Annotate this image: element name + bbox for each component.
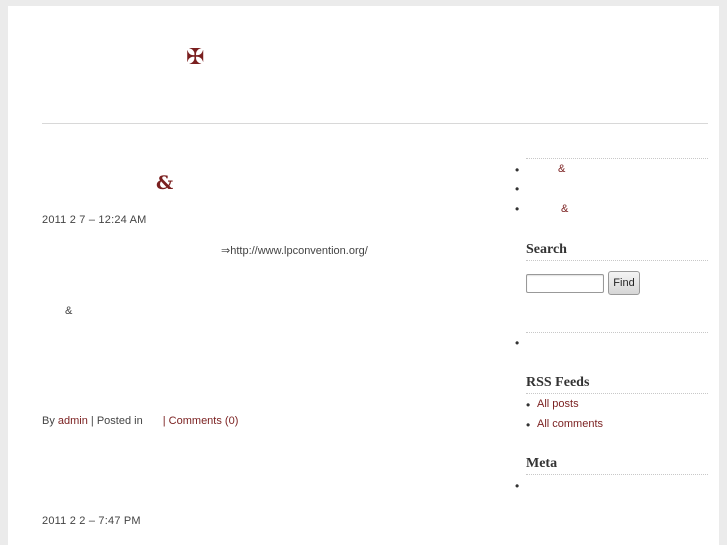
list-bullet: •: [515, 182, 520, 196]
page: ✠ & 2011 2 7 – 12:24 AM ⇒http://www.lpco…: [8, 6, 719, 545]
widget-divider: [526, 332, 708, 333]
rss-all-comments-link[interactable]: All comments: [537, 418, 603, 430]
widget-divider: [526, 393, 708, 394]
rss-widget-title: RSS Feeds: [526, 375, 590, 390]
search-widget-title: Search: [526, 242, 567, 257]
list-bullet: •: [515, 336, 520, 350]
site-logo-icon[interactable]: ✠: [186, 46, 204, 70]
post-title-link[interactable]: &: [156, 172, 173, 194]
list-bullet: •: [515, 479, 520, 493]
post-date: 2011 2 7 – 12:24 AM: [42, 214, 147, 226]
post-comments-link[interactable]: | Comments (0): [163, 415, 239, 427]
find-button[interactable]: Find: [608, 271, 640, 295]
post-date-2: 2011 2 2 – 7:47 PM: [42, 515, 141, 527]
list-bullet: •: [515, 163, 520, 177]
post-meta: By admin | Posted in | Comments (0): [42, 415, 238, 427]
sidebar-link-3[interactable]: &: [561, 203, 568, 215]
sidebar-link-1[interactable]: &: [558, 163, 565, 175]
list-bullet: •: [526, 418, 531, 432]
widget-divider: [526, 474, 708, 475]
header-divider: [42, 123, 708, 124]
rss-all-posts-link[interactable]: All posts: [537, 398, 579, 410]
search-input[interactable]: [526, 274, 604, 293]
sidebar-divider: [526, 158, 708, 159]
post-body-ampersand: &: [65, 305, 73, 317]
list-bullet: •: [526, 398, 531, 412]
post-body-link-text: ⇒http://www.lpconvention.org/: [221, 245, 368, 257]
post-meta-posted-in: | Posted in: [87, 415, 146, 427]
meta-widget-title: Meta: [526, 456, 558, 471]
post-meta-by: By: [42, 415, 58, 427]
list-bullet: •: [515, 202, 520, 216]
post-author-link[interactable]: admin: [58, 415, 88, 427]
widget-divider: [526, 260, 708, 261]
